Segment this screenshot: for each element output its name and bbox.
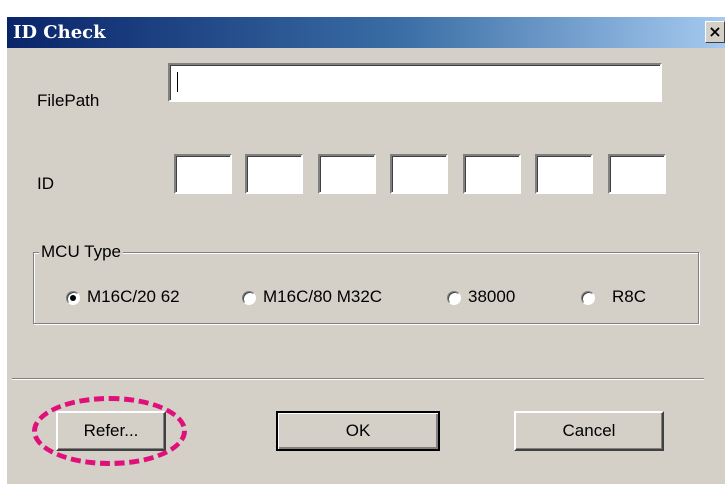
mcu-type-legend: MCU Type — [39, 242, 123, 262]
window-title: ID Check — [13, 22, 106, 43]
close-icon: × — [708, 22, 722, 41]
id-field-4[interactable] — [390, 154, 448, 194]
radio-label-m16c-80-m32c[interactable]: M16C/80 M32C — [263, 287, 382, 307]
id-label: ID — [37, 174, 54, 193]
id-field-2[interactable] — [245, 154, 303, 194]
title-bar[interactable]: ID Check × — [7, 17, 725, 48]
cancel-button[interactable]: Cancel — [514, 411, 664, 451]
separator-line — [12, 378, 704, 380]
filepath-label: FilePath — [37, 91, 100, 110]
radio-label-r8c[interactable]: R8C — [612, 287, 646, 307]
id-field-5[interactable] — [463, 154, 521, 194]
close-button[interactable]: × — [705, 21, 725, 43]
radio-m16c-20-62[interactable] — [66, 291, 80, 305]
id-field-6[interactable] — [535, 154, 593, 194]
text-caret — [177, 72, 178, 92]
id-field-1[interactable] — [174, 154, 232, 194]
refer-highlight-annotation — [32, 396, 187, 466]
radio-38000[interactable] — [447, 291, 461, 305]
radio-label-38000[interactable]: 38000 — [468, 287, 515, 307]
radio-label-m16c-20-62[interactable]: M16C/20 62 — [87, 287, 180, 307]
radio-r8c[interactable] — [581, 291, 595, 305]
id-field-3[interactable] — [318, 154, 376, 194]
radio-m16c-80-m32c[interactable] — [242, 291, 256, 305]
ok-button[interactable]: OK — [276, 411, 440, 451]
id-field-7[interactable] — [608, 154, 666, 194]
filepath-input[interactable] — [168, 63, 662, 102]
